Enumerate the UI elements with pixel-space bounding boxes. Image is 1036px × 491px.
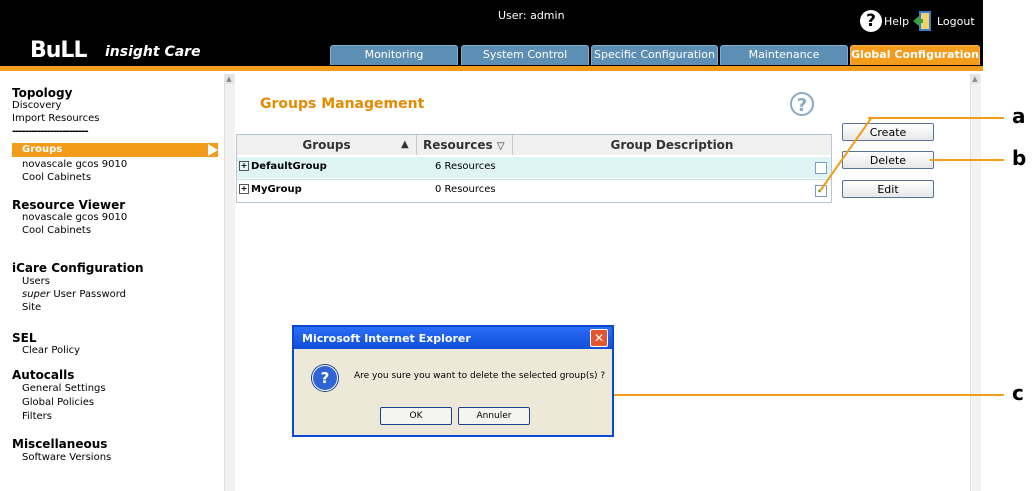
selected-arrow-icon xyxy=(208,144,218,156)
close-icon[interactable]: ✕ xyxy=(590,329,608,347)
nav-section-topology: Topology xyxy=(12,86,73,100)
nav-item-software-versions[interactable]: Software Versions xyxy=(22,452,111,463)
nav-item-rv-cool-cabinets[interactable]: Cool Cabinets xyxy=(22,225,91,236)
nav-item-super-user-password[interactable]: super User Password xyxy=(22,289,126,300)
sort-desc-icon[interactable]: ▽ xyxy=(497,141,505,152)
brand-name: insight Care xyxy=(105,44,201,60)
resources-count: 6 Resources xyxy=(435,161,496,172)
group-name-cell[interactable]: + DefaultGroup xyxy=(239,161,327,172)
callout-line-a-horizontal xyxy=(868,117,1004,119)
nav-item-general-settings[interactable]: General Settings xyxy=(22,383,106,394)
expand-icon[interactable]: + xyxy=(239,184,249,194)
nav-item-clear-policy[interactable]: Clear Policy xyxy=(22,345,80,356)
group-name: DefaultGroup xyxy=(251,161,327,172)
groups-table: Groups ▲ Resources ▽ Group Description +… xyxy=(236,134,832,203)
tab-specific-configuration[interactable]: Specific Configuration xyxy=(591,45,718,65)
dialog-message: Are you sure you want to delete the sele… xyxy=(354,371,606,381)
logout-link[interactable]: Logout xyxy=(937,15,975,28)
help-link[interactable]: Help xyxy=(884,15,909,28)
callout-line-c xyxy=(614,394,1004,396)
current-user: User: admin xyxy=(498,9,565,22)
nav-section-autocalls: Autocalls xyxy=(12,368,75,382)
callout-line-b xyxy=(930,159,1004,161)
nav-separator: ------------------------ xyxy=(12,126,89,137)
col-header-description-label: Group Description xyxy=(610,138,734,152)
help-icon[interactable]: ? xyxy=(860,10,882,32)
tab-system-control[interactable]: System Control xyxy=(461,45,589,65)
ok-button[interactable]: OK xyxy=(380,407,452,425)
cancel-button[interactable]: Annuler xyxy=(458,407,530,425)
nav-item-rv-novascale[interactable]: novascale gcos 9010 xyxy=(22,212,127,223)
logout-icon[interactable] xyxy=(913,9,933,33)
bull-logo: BuLL xyxy=(30,38,87,63)
user-password-label: User Password xyxy=(50,289,127,300)
col-header-resources[interactable]: Resources ▽ xyxy=(417,135,513,155)
table-row[interactable]: +MyGroup 0 Resources ✔ xyxy=(237,179,831,201)
tab-maintenance[interactable]: Maintenance xyxy=(720,45,848,65)
group-name-cell[interactable]: + MyGroup xyxy=(239,184,302,195)
nav-item-site[interactable]: Site xyxy=(22,302,41,313)
nav-section-icare-configuration: iCare Configuration xyxy=(12,261,144,275)
callout-line-a-diagonal xyxy=(819,116,873,192)
nav-section-sel: SEL xyxy=(12,331,37,345)
nav-item-import-resources[interactable]: Import Resources xyxy=(12,113,99,124)
header-accent-line xyxy=(0,66,983,71)
callout-label-b: b xyxy=(1012,146,1027,170)
question-icon: ? xyxy=(312,365,338,391)
col-header-groups-label: Groups xyxy=(302,138,351,152)
sidebar-scrollbar[interactable] xyxy=(224,74,235,491)
sort-asc-icon[interactable]: ▲ xyxy=(401,139,409,150)
dialog-title: Microsoft Internet Explorer xyxy=(302,332,471,345)
nav-item-groups[interactable]: Groups xyxy=(12,143,218,157)
super-label: super xyxy=(22,289,51,300)
nav-section-resource-viewer: Resource Viewer xyxy=(12,198,126,212)
resources-count: 0 Resources xyxy=(435,184,496,195)
page-title: Groups Management xyxy=(260,96,425,112)
tab-monitoring[interactable]: Monitoring xyxy=(330,45,458,65)
col-header-resources-label: Resources xyxy=(423,138,493,152)
callout-label-a: a xyxy=(1012,104,1026,128)
tab-global-configuration[interactable]: Global Configuration xyxy=(850,45,980,65)
col-header-groups[interactable]: Groups xyxy=(237,135,417,155)
sidebar-scroll-up-icon[interactable]: ▲ xyxy=(224,74,234,84)
expand-icon[interactable]: + xyxy=(239,161,249,171)
col-header-description[interactable]: Group Description xyxy=(513,135,831,155)
confirm-dialog: Microsoft Internet Explorer ✕ ? Are you … xyxy=(292,325,614,437)
callout-label-c: c xyxy=(1012,381,1024,405)
nav-item-filters[interactable]: Filters xyxy=(22,411,52,422)
nav-item-cool-cabinets[interactable]: Cool Cabinets xyxy=(22,172,91,183)
main-scroll-up-icon[interactable]: ▲ xyxy=(970,74,980,84)
nav-section-miscellaneous: Miscellaneous xyxy=(12,437,108,451)
nav-item-discovery[interactable]: Discovery xyxy=(12,100,61,111)
main-scrollbar[interactable] xyxy=(970,74,981,491)
table-row[interactable]: + DefaultGroup 6 Resources xyxy=(237,157,831,178)
nav-item-global-policies[interactable]: Global Policies xyxy=(22,397,94,408)
nav-item-novascale[interactable]: novascale gcos 9010 xyxy=(22,159,127,170)
group-name: MyGroup xyxy=(251,184,302,195)
page-help-icon[interactable]: ? xyxy=(790,92,814,116)
nav-item-users[interactable]: Users xyxy=(22,276,50,287)
